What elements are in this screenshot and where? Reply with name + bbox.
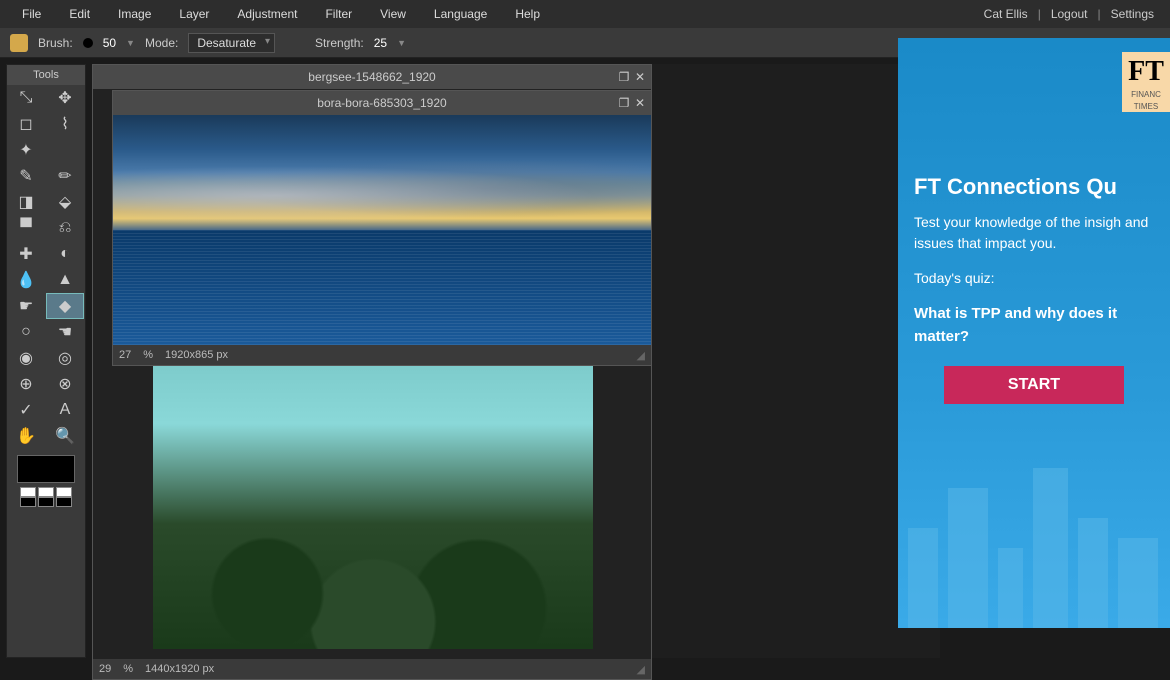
ad-sidebar: FT FINANC TIMES FT Connections Qu Test y… (898, 38, 1170, 628)
dodge-icon[interactable]: ○ (7, 319, 45, 345)
maximize-icon[interactable]: ❐ (617, 70, 631, 84)
resize-grip-icon[interactable]: ◢ (637, 663, 645, 676)
ad-question: What is TPP and why does it matter? (914, 303, 1154, 348)
separator: | (1036, 7, 1043, 21)
swatch-black[interactable] (20, 497, 36, 507)
move-icon[interactable]: ✥ (46, 85, 84, 111)
menu-view[interactable]: View (366, 1, 420, 27)
document-titlebar[interactable]: bora-bora-685303_1920 ❐ ✕ (113, 91, 651, 115)
lasso-icon[interactable]: ⌇ (46, 111, 84, 137)
close-icon[interactable]: ✕ (633, 96, 647, 110)
ft-logo: FT FINANC TIMES (1122, 52, 1170, 112)
sponge-icon (10, 34, 28, 52)
blur-icon[interactable]: 💧 (7, 267, 45, 293)
document-statusbar: 27 % 1920x865 px ◢ (113, 345, 651, 365)
type-icon[interactable]: A (46, 397, 84, 423)
gradient-icon[interactable]: ▀ (7, 215, 45, 241)
redeye-icon[interactable]: ◉ (7, 345, 45, 371)
tools-panel-title: Tools (7, 65, 85, 85)
swatch-black[interactable] (38, 497, 54, 507)
sponge-icon[interactable]: ◆ (46, 293, 84, 319)
document-titlebar[interactable]: bergsee-1548662_1920 ❐ ✕ (93, 65, 651, 89)
swatch-white[interactable] (38, 487, 54, 497)
sharpen-icon[interactable]: ▲ (46, 267, 84, 293)
menubar: File Edit Image Layer Adjustment Filter … (0, 0, 1170, 28)
zoom-value[interactable]: 27 (119, 349, 131, 361)
city-illustration (898, 448, 1170, 628)
menu-adjustment[interactable]: Adjustment (223, 1, 311, 27)
document-title: bora-bora-685303_1920 (113, 96, 651, 110)
replace-icon[interactable]: ◐ (46, 241, 84, 267)
ad-heading: FT Connections Qu (914, 174, 1154, 200)
document-window-bora[interactable]: bora-bora-685303_1920 ❐ ✕ 27 % 1920x865 … (112, 90, 652, 366)
document-statusbar: 29 % 1440x1920 px ◢ (93, 659, 651, 679)
eraser-icon[interactable]: ◨ (7, 189, 45, 215)
menu-filter[interactable]: Filter (311, 1, 366, 27)
maximize-icon[interactable]: ❐ (617, 96, 631, 110)
chevron-down-icon[interactable]: ▼ (397, 38, 406, 48)
menu-help[interactable]: Help (501, 1, 554, 27)
menu-language[interactable]: Language (420, 1, 501, 27)
image-dimensions: 1440x1920 px (145, 663, 214, 675)
empty-icon[interactable] (46, 137, 84, 163)
logout-link[interactable]: Logout (1043, 1, 1096, 27)
menu-image[interactable]: Image (104, 1, 165, 27)
pinch-icon[interactable]: ⊗ (46, 371, 84, 397)
foreground-color[interactable] (17, 455, 75, 483)
bucket-icon[interactable]: ⬙ (46, 189, 84, 215)
brush-size-value[interactable]: 50 (103, 36, 116, 50)
marquee-icon[interactable]: ◻ (7, 111, 45, 137)
ad-body: Test your knowledge of the insigh and is… (914, 212, 1154, 254)
bloat-icon[interactable]: ⊕ (7, 371, 45, 397)
pencil-icon[interactable]: ✎ (7, 163, 45, 189)
brush-preview-icon[interactable] (83, 38, 93, 48)
menu-file[interactable]: File (8, 1, 55, 27)
settings-link[interactable]: Settings (1103, 1, 1162, 27)
picker-icon[interactable]: ✓ (7, 397, 45, 423)
start-button[interactable]: START (944, 366, 1124, 404)
zoom-value[interactable]: 29 (99, 663, 111, 675)
document-canvas[interactable] (113, 115, 651, 345)
swatch-white[interactable] (56, 487, 72, 497)
menu-layer[interactable]: Layer (165, 1, 223, 27)
brush-label: Brush: (38, 36, 73, 50)
crop-icon[interactable]: ⤡ (7, 85, 45, 111)
spot-icon[interactable]: ◎ (46, 345, 84, 371)
image-dimensions: 1920x865 px (165, 349, 228, 361)
zoom-pct: % (143, 349, 153, 361)
strength-label: Strength: (315, 36, 364, 50)
smudge-icon[interactable]: ☛ (7, 293, 45, 319)
swatch-white[interactable] (20, 487, 36, 497)
wand-icon[interactable]: ✦ (7, 137, 45, 163)
separator: | (1096, 7, 1103, 21)
strength-value[interactable]: 25 (374, 36, 387, 50)
user-name[interactable]: Cat Ellis (976, 1, 1036, 27)
ad-today-label: Today's quiz: (914, 268, 1154, 289)
chevron-down-icon[interactable]: ▼ (126, 38, 135, 48)
document-title: bergsee-1548662_1920 (93, 70, 651, 84)
zoom-pct: % (123, 663, 133, 675)
resize-grip-icon[interactable]: ◢ (637, 349, 645, 362)
color-swatches (7, 449, 85, 513)
mode-dropdown[interactable]: Desaturate (188, 33, 275, 53)
close-icon[interactable]: ✕ (633, 70, 647, 84)
canvas-area: bergsee-1548662_1920 ❐ ✕ 29 % 1440x1920 … (92, 64, 940, 658)
brush-icon[interactable]: ✏ (46, 163, 84, 189)
image-content (113, 115, 651, 345)
swatch-black[interactable] (56, 497, 72, 507)
tools-panel: Tools ⤡✥◻⌇✦✎✏◨⬙▀⎌✚◐💧▲☛◆○☚◉◎⊕⊗✓A✋🔍 (6, 64, 86, 658)
menu-edit[interactable]: Edit (55, 1, 104, 27)
hand-icon[interactable]: ✋ (7, 423, 45, 449)
stamp-icon[interactable]: ⎌ (46, 215, 84, 241)
heal-icon[interactable]: ✚ (7, 241, 45, 267)
zoom-icon[interactable]: 🔍 (46, 423, 84, 449)
mode-label: Mode: (145, 36, 178, 50)
burn-icon[interactable]: ☚ (46, 319, 84, 345)
